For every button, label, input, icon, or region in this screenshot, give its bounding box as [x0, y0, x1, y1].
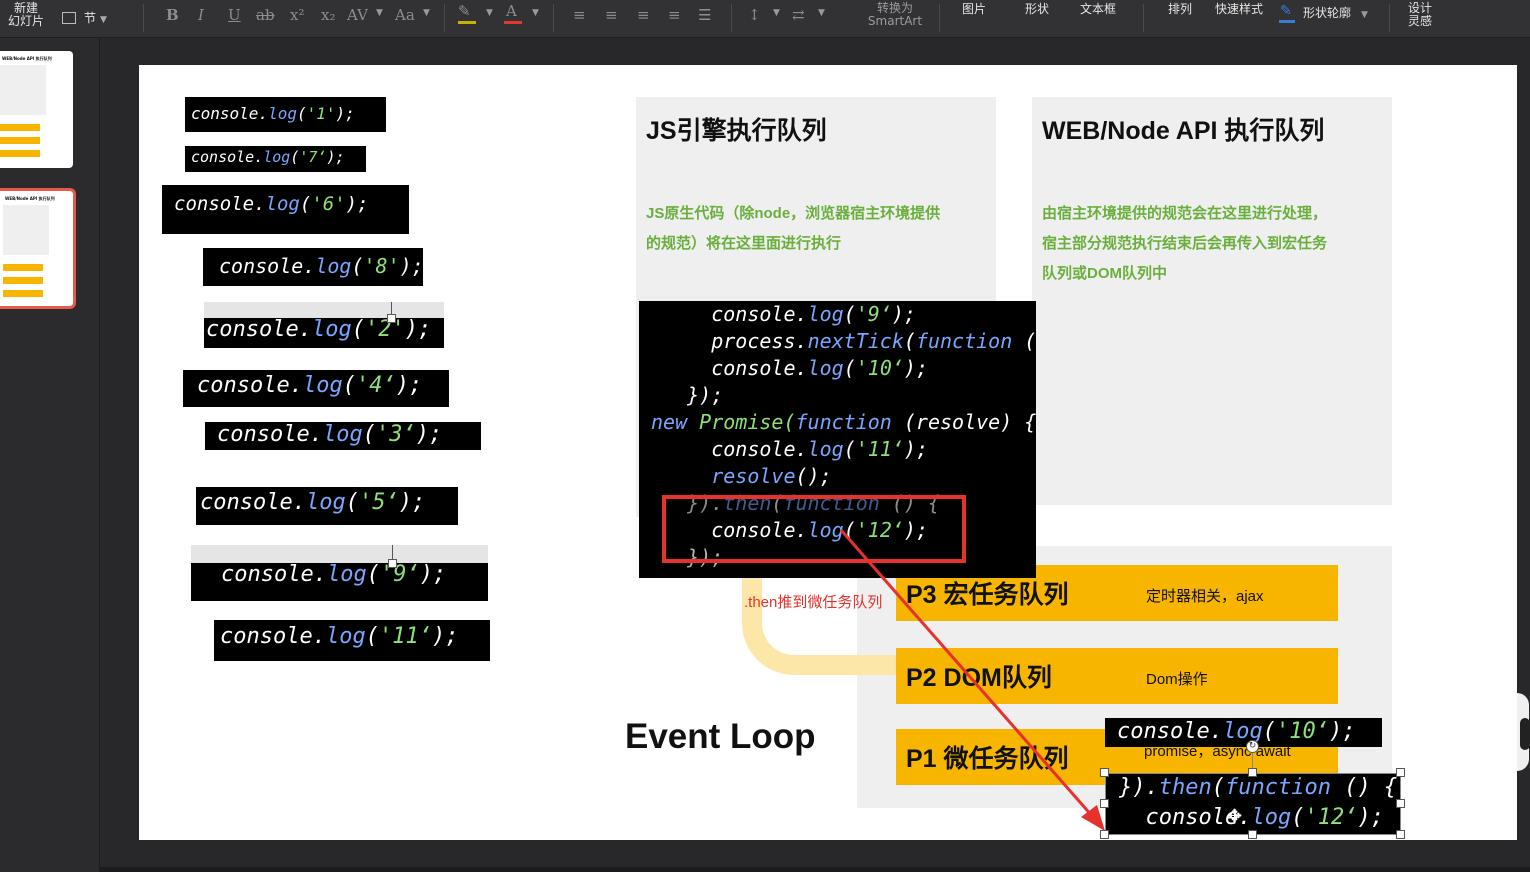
align-right-icon[interactable]: ≡ — [637, 6, 650, 24]
chevron-down-icon[interactable]: ▼ — [818, 8, 825, 18]
align-left-icon[interactable]: ≡ — [573, 6, 586, 24]
shape-outline-underline — [1279, 20, 1295, 23]
resize-handle[interactable] — [1100, 799, 1109, 808]
section-icon — [62, 12, 76, 24]
convert-smartart-button[interactable]: 转换为 SmartArt — [862, 2, 928, 28]
insert-textbox-button[interactable]: 文本框 — [1080, 3, 1116, 16]
slide-thumbnail-2[interactable]: WEB/Node API 执行队列 — [0, 191, 73, 306]
resize-handle[interactable] — [1396, 768, 1405, 777]
superscript-button[interactable]: x² — [290, 6, 304, 24]
designer-label-2: 灵感 — [1407, 14, 1432, 28]
divider — [553, 4, 554, 32]
code-snippet[interactable]: console.log('10‘); — [1105, 718, 1382, 747]
chevron-down-icon[interactable]: ▼ — [376, 8, 383, 18]
code-token: '10‘ — [1275, 719, 1329, 744]
scroll-handle-grip — [1520, 718, 1530, 750]
rotate-handle-icon[interactable]: ↻ — [1246, 740, 1259, 753]
divider — [444, 4, 445, 32]
justify-icon[interactable]: ≡ — [668, 6, 681, 24]
thumbnail-bar — [3, 264, 43, 271]
resize-handle[interactable] — [1248, 768, 1257, 777]
underline-button[interactable]: U — [228, 6, 241, 24]
divider — [1389, 4, 1390, 32]
strikethrough-button[interactable]: ab — [256, 6, 275, 24]
chevron-down-icon[interactable]: ▼ — [423, 8, 430, 18]
thumbnail-bar — [3, 277, 43, 284]
highlight-color-swatch — [458, 21, 476, 24]
line-spacing-icon[interactable]: ↕ — [748, 6, 761, 24]
arrange-button[interactable]: 排列 — [1168, 3, 1192, 16]
ribbon-toolbar: 新建 幻灯片 节 ▼ B I U ab x² x₂ AV ▼ Aa ▼ ✎ ▼ A… — [0, 0, 1530, 38]
thumbnail-bar — [0, 137, 40, 144]
thumbnail-panel — [3, 205, 49, 255]
chevron-down-icon: ▼ — [100, 15, 107, 25]
chevron-down-icon[interactable]: ▼ — [486, 8, 493, 18]
thumbnail-bar — [0, 124, 40, 131]
convert-smartart-label-2: SmartArt — [867, 14, 923, 28]
resize-handle[interactable] — [1248, 830, 1257, 839]
font-color-swatch — [504, 21, 522, 24]
thumbnail-bar — [3, 290, 43, 297]
quick-styles-button[interactable]: 快速样式 — [1215, 3, 1263, 16]
subscript-button[interactable]: x₂ — [321, 6, 335, 24]
columns-icon[interactable]: ☰ — [698, 6, 711, 24]
divider — [1143, 4, 1144, 32]
chevron-down-icon[interactable]: ▼ — [532, 8, 539, 18]
section-label: 节 — [84, 11, 97, 25]
insert-shape-button[interactable]: 形状 — [1025, 3, 1049, 16]
thumbnail-panel — [0, 65, 46, 115]
bold-button[interactable]: B — [166, 6, 179, 24]
section-button[interactable]: 节 ▼ — [62, 12, 120, 27]
divider — [939, 4, 940, 32]
code-token: console — [1117, 719, 1210, 744]
move-cursor-icon: ✥ — [1227, 806, 1243, 827]
new-slide-button[interactable]: 新建 幻灯片 — [6, 2, 46, 28]
code-token: log — [1222, 719, 1263, 744]
chevron-down-icon[interactable]: ▼ — [1361, 10, 1368, 20]
resize-handle[interactable] — [1100, 768, 1109, 777]
resize-handle[interactable] — [1396, 830, 1405, 839]
divider — [731, 4, 732, 32]
divider — [143, 4, 144, 32]
text-direction-icon[interactable]: ⇄ — [792, 6, 805, 24]
insert-picture-button[interactable]: 图片 — [962, 3, 986, 16]
designer-button[interactable]: 设计 灵感 — [1402, 2, 1438, 28]
shape-outline-icon: ✎ — [1280, 3, 1292, 19]
character-spacing-button[interactable]: AV — [347, 6, 368, 24]
slide-thumbnail-1[interactable]: WEB/Node API 执行队列 — [0, 51, 73, 168]
change-case-button[interactable]: Aa — [395, 6, 415, 24]
shape-outline-button[interactable]: 形状轮廓 — [1303, 7, 1351, 20]
slide-thumbnail-pane: WEB/Node API 执行队列 WEB/Node API 执行队列 — [0, 38, 100, 872]
new-slide-label-2: 幻灯片 — [7, 14, 44, 28]
thumbnail-title: WEB/Node API 执行队列 — [5, 196, 55, 201]
slide-thumbnail-2-frame[interactable]: WEB/Node API 执行队列 — [0, 188, 76, 309]
rotate-handle-line — [1252, 753, 1253, 768]
italic-button[interactable]: I — [198, 6, 204, 24]
resize-handle[interactable] — [1100, 830, 1109, 839]
thumbnail-bar — [0, 150, 40, 157]
chevron-down-icon[interactable]: ▼ — [773, 8, 780, 18]
resize-handle[interactable] — [1396, 799, 1405, 808]
thumbnail-title: WEB/Node API 执行队列 — [2, 56, 52, 61]
slide[interactable]: JS引擎执行队列 JS原生代码（除node，浏览器宿主环境提供 的规范）将在这里… — [139, 65, 1517, 840]
canvas-bottom-strip — [100, 867, 1530, 872]
highlight-icon[interactable]: ✎ — [458, 2, 471, 20]
selection-frame — [1105, 773, 1401, 835]
font-color-button[interactable]: A — [506, 2, 517, 20]
align-center-icon[interactable]: ≡ — [605, 6, 618, 24]
red-arrow-line — [839, 529, 1095, 818]
